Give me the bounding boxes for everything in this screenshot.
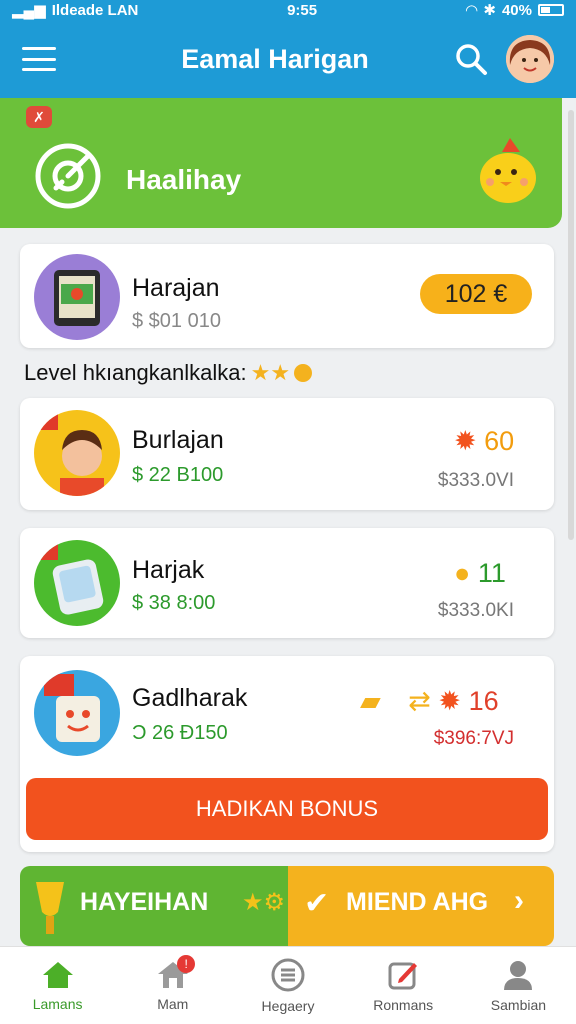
battery-percent: 40%	[501, 1, 532, 19]
list-item[interactable]: Harjak $ 38 8:00 ● 11 $333.0KI	[20, 528, 554, 638]
chick-mascot-icon	[480, 138, 536, 203]
chevron-right-icon[interactable]: ›	[514, 884, 524, 918]
notification-badge: !	[177, 955, 196, 973]
nav-item-home[interactable]: Lamans	[0, 947, 115, 1024]
coin-reward: ▰ ⇄ ✹ 16	[360, 686, 499, 717]
home-icon	[42, 961, 73, 988]
toy-box-icon	[34, 670, 120, 756]
level-row: Level hkıangkanlkalka: ★★	[24, 360, 313, 386]
list-item[interactable]: Gadlharak Ͻ 26 Ð150 ▰ ⇄ ✹ 16 $396:7VJ HA…	[20, 656, 554, 852]
fire-icon: ✹	[438, 686, 462, 716]
clock: 9:55	[287, 1, 318, 19]
promo-right-label: MIEND AHG	[346, 888, 489, 916]
search-icon[interactable]	[454, 42, 488, 76]
item-sub: $333.0VI	[437, 470, 514, 491]
nav-item-profile[interactable]: Sambian	[461, 947, 576, 1024]
tablet-game-icon	[34, 254, 120, 340]
boy-avatar-icon	[34, 410, 120, 496]
coin-icon: ●	[454, 558, 471, 588]
avatar[interactable]	[506, 35, 554, 83]
item-value: 11	[477, 558, 506, 588]
featured-card[interactable]: Harajan $ $01 010 102 €	[20, 244, 554, 348]
stopwatch-icon	[35, 143, 101, 209]
star-icon: ★★	[250, 360, 291, 385]
coin-icon	[294, 364, 313, 382]
banner-badge: ✗	[26, 106, 52, 128]
nav-label: Mam	[157, 995, 189, 1012]
item-value: 60	[484, 426, 515, 456]
check-icon: ✔	[304, 887, 330, 920]
nav-item-store[interactable]: ! Mam	[115, 947, 230, 1024]
edit-icon	[388, 962, 418, 989]
star-icon: ★⚙	[242, 889, 286, 916]
menu-icon[interactable]	[22, 47, 56, 71]
nav-label: Lamans	[32, 995, 83, 1012]
hero-banner[interactable]: ✗ Haalihay	[0, 98, 562, 228]
promo-tile-left[interactable]: HAYEIHAN ★⚙	[20, 866, 288, 946]
trophy-icon	[36, 882, 64, 934]
level-text: Level hkıangkanlkalka:	[24, 360, 247, 385]
bottom-nav: Lamans ! Mam Hegaery Ronmans Sambian	[0, 946, 576, 1024]
bandage-icon: ▰	[360, 686, 381, 716]
promo-left-label: HAYEIHAN	[80, 888, 209, 916]
item-price: $ 22 B100	[132, 464, 224, 486]
arrows-icon: ⇄	[408, 686, 431, 716]
item-price: Ͻ 26 Ð150	[132, 722, 228, 744]
scrollbar[interactable]	[568, 110, 574, 540]
list-item[interactable]: Burlajan $ 22 B100 ✹ 60 $333.0VI	[20, 398, 554, 510]
app-header: Eamal Harigan	[0, 20, 576, 98]
featured-price: $ $01 010	[132, 310, 221, 332]
signal-icon: ▂▄▆	[12, 2, 46, 19]
item-name: Gadlharak	[132, 684, 248, 712]
nav-item-menu[interactable]: Hegaery	[230, 947, 345, 1024]
coin-reward: ● 11	[454, 558, 506, 589]
item-name: Harjak	[132, 556, 205, 584]
wifi-icon: ◠	[465, 2, 478, 19]
currency-pill[interactable]: 102 €	[420, 274, 532, 314]
item-name: Burlajan	[132, 426, 224, 454]
nav-label: Sambian	[490, 996, 547, 1013]
fire-icon: ✹	[454, 426, 477, 456]
item-price: $ 38 8:00	[132, 592, 216, 614]
coin-reward: ✹ 60	[454, 426, 514, 457]
bluetooth-icon: ✱	[483, 2, 496, 19]
status-bar: ▂▄▆ Ildeade LAN 9:55 ◠ ✱ 40%	[0, 0, 576, 20]
bonus-button[interactable]: HADIKAN BONUS	[26, 778, 548, 840]
nav-item-edit[interactable]: Ronmans	[346, 947, 461, 1024]
page-title: Eamal Harigan	[181, 43, 369, 74]
item-value: 16	[468, 686, 499, 716]
phone-icon	[34, 540, 120, 626]
item-sub: $396:7VJ	[433, 728, 514, 749]
nav-label: Hegaery	[261, 997, 315, 1014]
promo-tile-right[interactable]: ✔ MIEND AHG ›	[288, 866, 554, 946]
user-icon	[504, 960, 533, 990]
list-circle-icon	[271, 958, 305, 991]
nav-label: Ronmans	[373, 996, 434, 1013]
battery-icon	[537, 4, 564, 16]
carrier-text: Ildeade LAN	[51, 1, 139, 19]
item-sub: $333.0KI	[437, 600, 514, 621]
banner-title: Haalihay	[126, 164, 242, 195]
featured-name: Harajan	[132, 274, 220, 302]
